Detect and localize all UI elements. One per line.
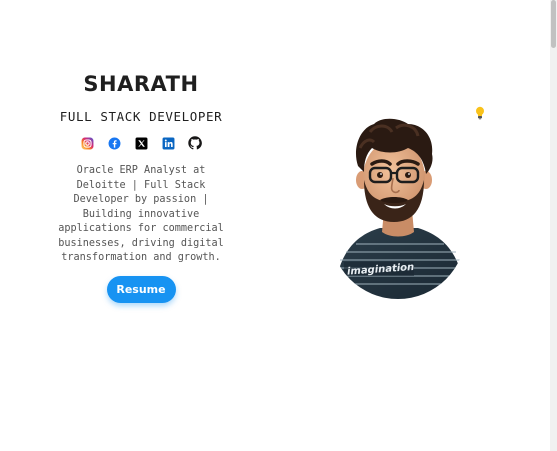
- facebook-icon[interactable]: [107, 136, 121, 150]
- profile-name: SHARATH: [83, 72, 199, 96]
- linkedin-icon[interactable]: [161, 136, 175, 150]
- scrollbar[interactable]: [550, 0, 557, 451]
- resume-button[interactable]: Resume: [106, 275, 176, 303]
- github-icon[interactable]: [188, 136, 202, 150]
- avatar: imagination: [330, 118, 470, 300]
- x-icon[interactable]: [134, 136, 148, 150]
- profile-role: FULL STACK DEVELOPER: [59, 109, 223, 124]
- hero-intro: SHARATH FULL STACK DEVELOPER Oracle ERP …: [56, 70, 226, 303]
- instagram-icon[interactable]: [80, 136, 94, 150]
- lightbulb-icon[interactable]: [474, 106, 486, 120]
- profile-bio: Oracle ERP Analyst at Deloitte | Full St…: [58, 165, 224, 263]
- scrollbar-thumb[interactable]: [551, 0, 556, 48]
- social-links: [56, 136, 226, 150]
- portfolio-page: SHARATH FULL STACK DEVELOPER Oracle ERP …: [0, 0, 557, 451]
